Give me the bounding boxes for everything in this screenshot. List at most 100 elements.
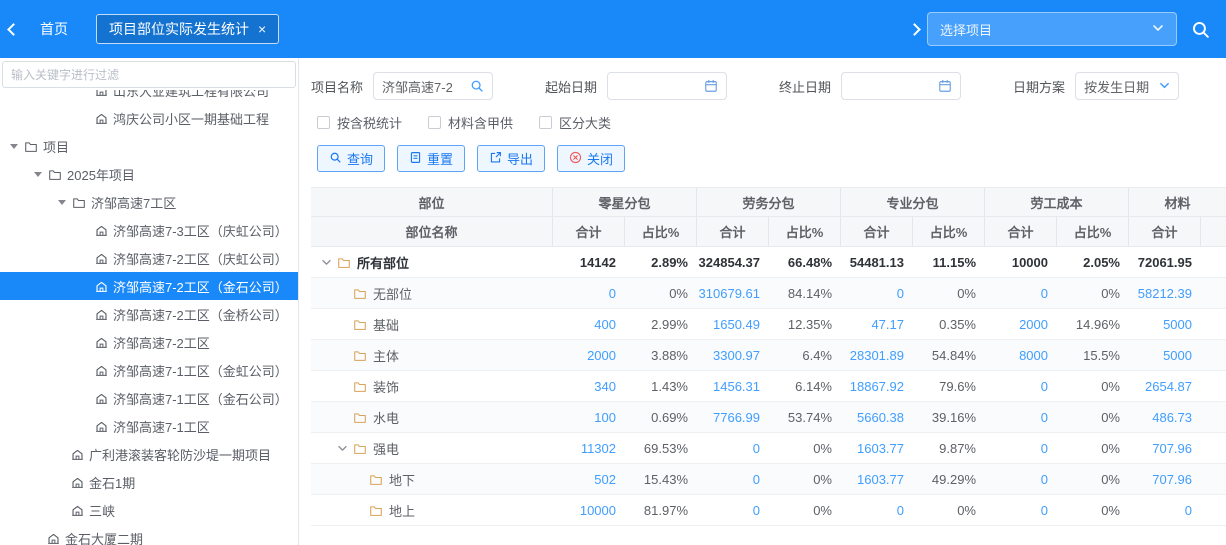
amount-link[interactable]: 1650.49 <box>697 317 769 332</box>
amount-link[interactable]: 0 <box>1129 503 1201 518</box>
table-row[interactable]: 装饰3401.43%1456.316.14%18867.9279.6%00%26… <box>311 371 1226 402</box>
checkbox-box[interactable] <box>539 116 552 129</box>
amount-link[interactable]: 3300.97 <box>697 348 769 363</box>
amount-link[interactable]: 10000 <box>553 503 625 518</box>
tree-item[interactable]: 金石1期 <box>0 468 298 496</box>
amount-link[interactable]: 8000 <box>985 348 1057 363</box>
amount-link[interactable]: 0 <box>697 503 769 518</box>
tree-item[interactable]: 广利港滚装客轮防沙堤一期项目 <box>0 440 298 468</box>
close-button[interactable]: 关闭 <box>557 145 625 172</box>
caret-down-icon[interactable] <box>321 257 333 268</box>
amount-link[interactable]: 0 <box>985 379 1057 394</box>
tree-item[interactable]: 济邹高速7-2工区（金桥公司） <box>0 300 298 328</box>
project-name-value[interactable] <box>382 79 466 94</box>
tab-home[interactable]: 首页 <box>26 14 82 44</box>
amount-link[interactable]: 18867.92 <box>841 379 913 394</box>
amount-link[interactable]: 0 <box>985 441 1057 456</box>
tree-item[interactable]: 济邹高速7工区 <box>0 188 298 216</box>
amount-link[interactable]: 7766.99 <box>697 410 769 425</box>
amount-link[interactable]: 0 <box>985 286 1057 301</box>
checkbox-with-tax[interactable]: 按含税统计 <box>317 113 402 132</box>
table-row[interactable]: 水电1000.69%7766.9953.74%5660.3839.16%00%4… <box>311 402 1226 433</box>
tab-report-active[interactable]: 项目部位实际发生统计 × <box>96 14 279 44</box>
table-row[interactable]: 强电1130269.53%00%1603.779.87%00%707.96 <box>311 433 1226 464</box>
calendar-icon[interactable] <box>704 79 718 93</box>
amount-link[interactable]: 2654.87 <box>1129 379 1201 394</box>
amount-link[interactable]: 47.17 <box>841 317 913 332</box>
project-name-input[interactable] <box>373 72 493 100</box>
tab-close-icon[interactable]: × <box>258 22 266 36</box>
amount-link[interactable]: 502 <box>553 472 625 487</box>
end-date-value[interactable] <box>850 79 934 94</box>
tree-item[interactable]: 三峡 <box>0 496 298 524</box>
tabs-scroll-right-icon[interactable] <box>901 14 927 44</box>
amount-link[interactable]: 14142 <box>553 255 625 270</box>
amount-link[interactable]: 707.96 <box>1129 472 1201 487</box>
start-date-value[interactable] <box>616 79 700 94</box>
tree-item[interactable]: 济邹高速7-2工区（庆虹公司） <box>0 244 298 272</box>
amount-link[interactable]: 0 <box>553 286 625 301</box>
table-row[interactable]: 地上1000081.97%00%00%00%0 <box>311 495 1226 526</box>
end-date-input[interactable] <box>841 72 961 100</box>
table-row[interactable]: 地下50215.43%00%1603.7749.29%00%707.96 <box>311 464 1226 495</box>
tree-item[interactable]: 济邹高速7-1工区（金石公司） <box>0 384 298 412</box>
amount-link[interactable]: 1603.77 <box>841 472 913 487</box>
amount-link[interactable]: 0 <box>697 441 769 456</box>
amount-link[interactable]: 58212.39 <box>1129 286 1201 301</box>
tree-item[interactable]: 济邹高速7-2工区（金石公司） <box>0 272 298 300</box>
amount-link[interactable]: 0 <box>697 472 769 487</box>
table-row[interactable]: 所有部位141422.89%324854.3766.48%54481.1311.… <box>311 247 1226 278</box>
caret-down-icon[interactable] <box>58 200 66 205</box>
amount-link[interactable]: 400 <box>553 317 625 332</box>
amount-link[interactable]: 324854.37 <box>697 255 769 270</box>
amount-link[interactable]: 28301.89 <box>841 348 913 363</box>
tree-item[interactable]: 山东大业建筑工程有限公司 <box>0 90 298 104</box>
table-row[interactable]: 无部位00%310679.6184.14%00%00%58212.39 <box>311 278 1226 309</box>
amount-link[interactable]: 340 <box>553 379 625 394</box>
amount-link[interactable]: 5000 <box>1129 348 1201 363</box>
amount-link[interactable]: 2000 <box>553 348 625 363</box>
project-select[interactable]: 选择项目 <box>927 12 1177 46</box>
tabs-scroll-left-icon[interactable] <box>0 14 26 44</box>
amount-link[interactable]: 0 <box>985 472 1057 487</box>
global-search-icon[interactable] <box>1191 20 1210 39</box>
amount-link[interactable]: 310679.61 <box>697 286 769 301</box>
amount-link[interactable]: 1456.31 <box>697 379 769 394</box>
checkbox-split-category[interactable]: 区分大类 <box>539 113 611 132</box>
caret-down-icon[interactable] <box>34 172 42 177</box>
tree-item[interactable]: 项目 <box>0 132 298 160</box>
caret-down-icon[interactable] <box>10 144 18 149</box>
amount-link[interactable]: 2000 <box>985 317 1057 332</box>
amount-link[interactable]: 0 <box>985 410 1057 425</box>
amount-link[interactable]: 100 <box>553 410 625 425</box>
checkbox-material-owner-supplied[interactable]: 材料含甲供 <box>428 113 513 132</box>
checkbox-box[interactable] <box>428 116 441 129</box>
amount-link[interactable]: 707.96 <box>1129 441 1201 456</box>
amount-link[interactable]: 0 <box>841 286 913 301</box>
tree-item[interactable]: 济邹高速7-1工区 <box>0 412 298 440</box>
tree-item[interactable]: 济邹高速7-1工区（金虹公司） <box>0 356 298 384</box>
reset-button[interactable]: 重置 <box>397 145 465 172</box>
start-date-input[interactable] <box>607 72 727 100</box>
tree-item[interactable]: 济邹高速7-2工区 <box>0 328 298 356</box>
amount-link[interactable]: 1603.77 <box>841 441 913 456</box>
tree-filter-input[interactable] <box>2 61 296 88</box>
tree-item[interactable]: 金石大厦二期 <box>0 524 298 545</box>
amount-link[interactable]: 11302 <box>553 441 625 456</box>
amount-link[interactable]: 5660.38 <box>841 410 913 425</box>
amount-link[interactable]: 486.73 <box>1129 410 1201 425</box>
search-icon[interactable] <box>470 79 484 93</box>
calendar-icon[interactable] <box>938 79 952 93</box>
tree-item[interactable]: 2025年项目 <box>0 160 298 188</box>
amount-link[interactable]: 10000 <box>985 255 1057 270</box>
tree-item[interactable]: 济邹高速7-3工区（庆虹公司） <box>0 216 298 244</box>
checkbox-box[interactable] <box>317 116 330 129</box>
tree-item[interactable]: 鸿庆公司小区一期基础工程 <box>0 104 298 132</box>
date-plan-select[interactable]: 按发生日期 <box>1075 72 1179 100</box>
table-row[interactable]: 主体20003.88%3300.976.4%28301.8954.84%8000… <box>311 340 1226 371</box>
amount-link[interactable]: 0 <box>985 503 1057 518</box>
caret-down-icon[interactable] <box>337 443 349 454</box>
query-button[interactable]: 查询 <box>317 145 385 172</box>
table-row[interactable]: 基础4002.99%1650.4912.35%47.170.35%200014.… <box>311 309 1226 340</box>
export-button[interactable]: 导出 <box>477 145 545 172</box>
